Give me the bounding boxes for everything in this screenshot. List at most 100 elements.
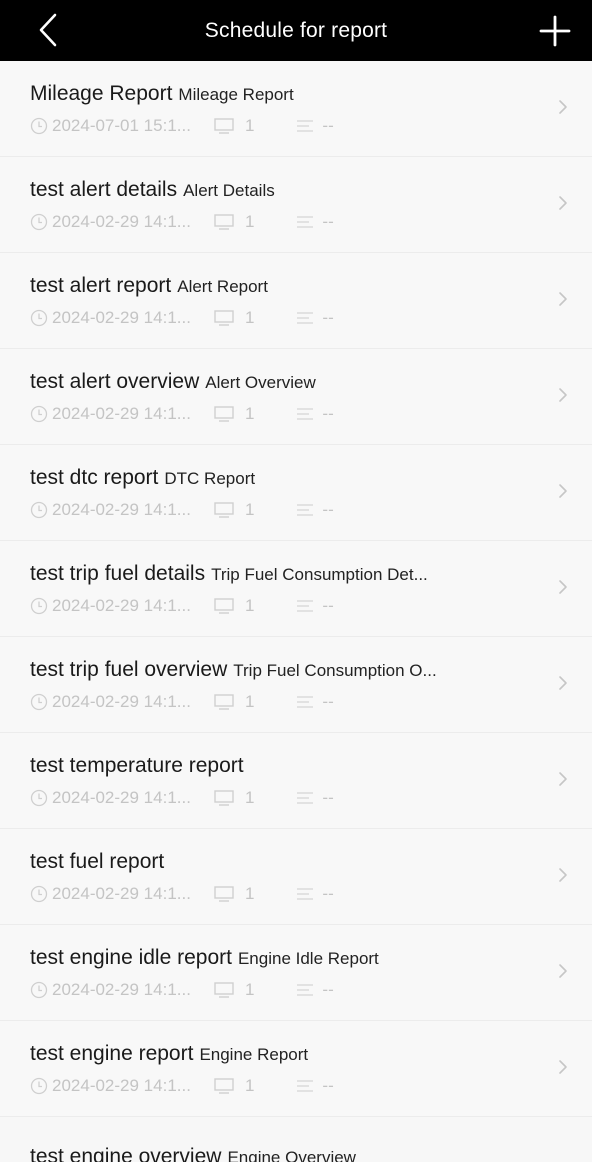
list-item[interactable]: test fuel report 2024-02-29 14:1... 1 -- [0, 829, 592, 925]
report-type: Alert Report [177, 277, 268, 296]
schedule-icon [294, 789, 316, 807]
clock-icon [30, 981, 48, 999]
row-head: test alert overview Alert Overview [30, 369, 532, 395]
row-head: Mileage Report Mileage Report [30, 81, 532, 107]
schedule-icon [294, 981, 316, 999]
monitor-icon [213, 501, 235, 519]
monitor-icon [213, 597, 235, 615]
last-run-time: 2024-02-29 14:1... [52, 500, 191, 519]
list-item[interactable]: test alert overview Alert Overview 2024-0… [0, 349, 592, 445]
add-schedule-button[interactable] [536, 12, 574, 50]
clock-icon [30, 405, 48, 423]
device-count: 1 [244, 596, 255, 615]
row-meta: 2024-02-29 14:1... 1 -- [30, 691, 532, 713]
monitor-icon [213, 789, 235, 807]
device-count: 1 [244, 884, 255, 903]
device-count: 1 [244, 692, 255, 711]
device-count: 1 [244, 980, 255, 999]
clock-icon [30, 1077, 48, 1095]
report-name: test alert details [30, 178, 178, 201]
report-name: test engine report [30, 1042, 194, 1065]
monitor-icon [213, 117, 235, 135]
clock-icon [30, 213, 48, 231]
schedule-value: -- [322, 1076, 334, 1095]
row-meta: 2024-02-29 14:1... 1 -- [30, 883, 532, 905]
clock-icon [30, 501, 48, 519]
chevron-right-icon [558, 99, 568, 120]
schedule-icon [294, 885, 316, 903]
schedule-icon [294, 597, 316, 615]
clock-icon [30, 309, 48, 327]
clock-icon [30, 693, 48, 711]
list-item[interactable]: test engine report Engine Report 2024-02-… [0, 1021, 592, 1117]
list-item[interactable]: test alert report Alert Report 2024-02-29… [0, 253, 592, 349]
monitor-icon [213, 213, 235, 231]
row-head: test dtc report DTC Report [30, 465, 532, 491]
schedule-value: -- [322, 308, 334, 327]
chevron-right-icon [558, 675, 568, 696]
row-meta: 2024-02-29 14:1... 1 -- [30, 211, 532, 233]
monitor-icon [213, 885, 235, 903]
back-button[interactable] [30, 12, 66, 48]
clock-icon [30, 597, 48, 615]
last-run-time: 2024-02-29 14:1... [52, 404, 191, 423]
last-run-time: 2024-02-29 14:1... [52, 212, 191, 231]
nav-bar: Schedule for report [0, 0, 592, 61]
schedule-value: -- [322, 980, 334, 999]
report-name: Mileage Report [30, 82, 173, 105]
device-count: 1 [244, 1076, 255, 1095]
schedule-icon [294, 213, 316, 231]
last-run-time: 2024-02-29 14:1... [52, 596, 191, 615]
chevron-right-icon [558, 387, 568, 408]
row-head: test engine report Engine Report [30, 1041, 532, 1067]
list-item[interactable]: Mileage Report Mileage Report 2024-07-01 … [0, 61, 592, 157]
report-name: test trip fuel overview [30, 658, 228, 681]
schedule-icon [294, 501, 316, 519]
report-name: test trip fuel details [30, 562, 206, 585]
last-run-time: 2024-02-29 14:1... [52, 884, 191, 903]
plus-icon [539, 15, 571, 47]
list-item[interactable]: test alert details Alert Details 2024-02-… [0, 157, 592, 253]
schedule-value: -- [322, 404, 334, 423]
list-item[interactable]: test dtc report DTC Report 2024-02-29 14:… [0, 445, 592, 541]
report-type: Alert Details [183, 181, 275, 200]
list-item[interactable]: test temperature report 2024-02-29 14:1.… [0, 733, 592, 829]
schedule-icon [294, 693, 316, 711]
chevron-right-icon [558, 195, 568, 216]
report-type: Alert Overview [205, 373, 316, 392]
report-name: test alert report [30, 274, 172, 297]
row-head: test alert details Alert Details [30, 177, 532, 203]
monitor-icon [213, 309, 235, 327]
row-meta: 2024-02-29 14:1... 1 -- [30, 403, 532, 425]
report-type: Engine Idle Report [237, 949, 379, 968]
monitor-icon [213, 405, 235, 423]
schedule-icon [294, 309, 316, 327]
report-type: Trip Fuel Consumption O... [233, 661, 437, 680]
schedule-icon [294, 405, 316, 423]
report-type: DTC Report [164, 469, 256, 488]
report-name: test alert overview [30, 370, 200, 393]
report-type: Engine Report [199, 1045, 309, 1064]
row-head: test alert report Alert Report [30, 273, 532, 299]
row-head: test trip fuel details Trip Fuel Consumpt… [30, 561, 532, 587]
clock-icon [30, 789, 48, 807]
last-run-time: 2024-07-01 15:1... [52, 116, 191, 135]
schedule-value: -- [322, 500, 334, 519]
list-item[interactable]: test trip fuel details Trip Fuel Consumpt… [0, 541, 592, 637]
schedule-value: -- [322, 596, 334, 615]
schedule-value: -- [322, 692, 334, 711]
list-item-partial[interactable]: test engine overview Engine Overview [0, 1145, 592, 1162]
row-meta: 2024-02-29 14:1... 1 -- [30, 1075, 532, 1097]
report-name: test engine overview [30, 1145, 222, 1162]
list-item[interactable]: test engine idle report Engine Idle Repor… [0, 925, 592, 1021]
chevron-left-icon [39, 13, 57, 47]
clock-icon [30, 117, 48, 135]
report-schedule-list: Mileage Report Mileage Report 2024-07-01 … [0, 61, 592, 1117]
chevron-right-icon [558, 579, 568, 600]
row-meta: 2024-02-29 14:1... 1 -- [30, 499, 532, 521]
clock-icon [30, 885, 48, 903]
report-type: Trip Fuel Consumption Det... [211, 565, 428, 584]
row-head: test engine idle report Engine Idle Repor… [30, 945, 532, 971]
row-head: test fuel report [30, 849, 532, 875]
list-item[interactable]: test trip fuel overview Trip Fuel Consump… [0, 637, 592, 733]
